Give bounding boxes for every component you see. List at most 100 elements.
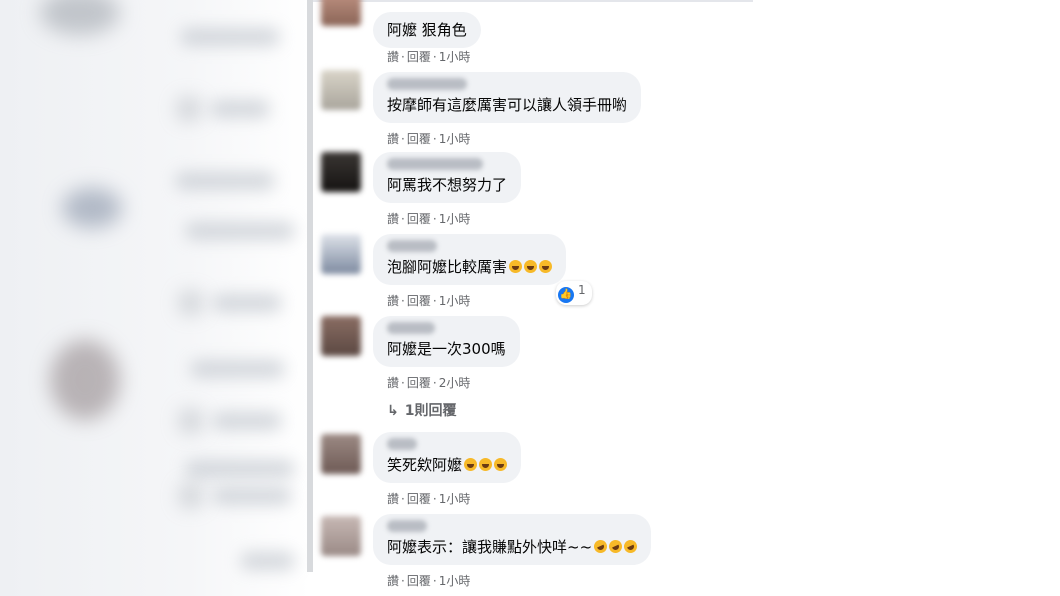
thumbs-up-icon: 👍 (558, 287, 574, 303)
comment-bubble: 笑死欸阿嬤 (373, 432, 522, 483)
avatar[interactable] (321, 0, 361, 26)
separator: · (432, 132, 437, 146)
separator: · (401, 574, 405, 588)
comments-pane: 阿嬤 狠角色 讚 · 回覆 · 1小時 按摩師有這麼厲害可以讓人領手冊喲 讚 · 回覆 · 1小… (313, 0, 1060, 596)
grin-emoji (479, 458, 493, 471)
like-link[interactable]: 讚 (387, 376, 399, 390)
separator: · (432, 376, 437, 390)
blurred-text (212, 294, 282, 312)
reply-link[interactable]: 回覆 (407, 132, 431, 146)
author-name-blurred[interactable] (387, 322, 435, 334)
timestamp[interactable]: 1小時 (439, 132, 471, 146)
blurred-avatar (62, 188, 122, 228)
blurred-dot (180, 292, 202, 314)
laugh-cry-emoji (524, 260, 538, 273)
comment-text: 按摩師有這麼厲害可以讓人領手冊喲 (387, 96, 628, 114)
avatar[interactable] (321, 152, 361, 192)
separator: · (432, 212, 437, 226)
blurred-text (210, 100, 270, 118)
separator: · (432, 492, 437, 506)
blurred-text (180, 28, 280, 46)
rofl-emoji (592, 537, 610, 556)
comment-bubble: 泡腳阿嬤比較厲害 (373, 234, 567, 285)
separator: · (432, 294, 437, 308)
comment-text: 笑死欸阿嬤 (387, 456, 463, 474)
comment-actions: 讚 · 回覆 · 1小時 (387, 210, 472, 227)
blurred-avatar (50, 340, 120, 420)
avatar[interactable] (321, 234, 361, 274)
reply-link[interactable]: 回覆 (407, 492, 431, 506)
separator: · (401, 132, 405, 146)
separator: · (401, 294, 405, 308)
comment-actions: 讚 · 回覆 · 1小時 (387, 48, 472, 65)
separator: · (432, 50, 437, 64)
like-link[interactable]: 讚 (387, 50, 399, 64)
rofl-emoji (622, 537, 640, 556)
blurred-text (212, 412, 282, 430)
comment-actions: 讚 · 回覆 · 1小時 (387, 130, 472, 147)
comment-text: 阿嬤表示：讓我賺點外快咩~~ (387, 538, 593, 556)
comment-text: 阿嬤 狠角色 (387, 21, 467, 39)
timestamp[interactable]: 2小時 (439, 376, 471, 390)
replies-count-label: 1則回覆 (404, 403, 457, 419)
blurred-text (185, 222, 295, 240)
blurred-dot (180, 410, 202, 432)
comment-bubble: 阿罵我不想努力了 (373, 152, 522, 203)
author-name-blurred[interactable] (387, 78, 467, 90)
comment-actions: 讚 · 回覆 · 2小時 (387, 374, 472, 391)
like-link[interactable]: 讚 (387, 132, 399, 146)
reply-link[interactable]: 回覆 (407, 50, 431, 64)
separator: · (401, 492, 405, 506)
timestamp[interactable]: 1小時 (439, 212, 471, 226)
grin-emoji (494, 458, 508, 471)
top-divider (313, 0, 753, 2)
comment-text: 泡腳阿嬤比較厲害 (387, 258, 508, 276)
grin-emoji (464, 458, 478, 471)
like-link[interactable]: 讚 (387, 492, 399, 506)
comment-actions: 讚 · 回覆 · 1小時 (387, 490, 472, 507)
comment-bubble: 按摩師有這麼厲害可以讓人領手冊喲 (373, 72, 642, 123)
separator: · (401, 376, 405, 390)
rofl-emoji (607, 537, 625, 556)
blurred-text (240, 552, 295, 570)
blurred-text (175, 172, 275, 190)
comment-bubble: 阿嬤 狠角色 (373, 12, 481, 48)
timestamp[interactable]: 1小時 (439, 492, 471, 506)
blurred-dot (180, 485, 202, 507)
laugh-cry-emoji (539, 260, 553, 273)
author-name-blurred[interactable] (387, 158, 483, 170)
reply-link[interactable]: 回覆 (407, 294, 431, 308)
author-name-blurred[interactable] (387, 520, 427, 532)
like-link[interactable]: 讚 (387, 294, 399, 308)
like-link[interactable]: 讚 (387, 212, 399, 226)
timestamp[interactable]: 1小時 (439, 294, 471, 308)
author-name-blurred[interactable] (387, 438, 417, 450)
blurred-text (212, 487, 292, 505)
blurred-dot (178, 98, 200, 120)
avatar[interactable] (321, 316, 361, 356)
reaction-badge[interactable]: 👍 1 (556, 281, 592, 305)
view-replies-link[interactable]: ↳ 1則回覆 (387, 400, 456, 420)
blurred-avatar (40, 0, 120, 35)
reply-arrow-icon: ↳ (387, 403, 399, 419)
blurred-text (185, 460, 295, 478)
avatar[interactable] (321, 434, 361, 474)
like-link[interactable]: 讚 (387, 574, 399, 588)
avatar[interactable] (321, 516, 361, 556)
reply-link[interactable]: 回覆 (407, 376, 431, 390)
timestamp[interactable]: 1小時 (439, 50, 471, 64)
reaction-count: 1 (578, 283, 586, 297)
comment-actions: 讚 · 回覆 · 1小時 (387, 572, 472, 589)
blurred-background-panel (0, 0, 310, 596)
comment-text: 阿嬤是一次300嗎 (387, 340, 506, 358)
comment-text: 阿罵我不想努力了 (387, 176, 508, 194)
timestamp[interactable]: 1小時 (439, 574, 471, 588)
comment-actions: 讚 · 回覆 · 1小時 (387, 292, 472, 309)
author-name-blurred[interactable] (387, 240, 437, 252)
avatar[interactable] (321, 70, 361, 110)
reply-link[interactable]: 回覆 (407, 212, 431, 226)
reply-link[interactable]: 回覆 (407, 574, 431, 588)
separator: · (401, 50, 405, 64)
separator: · (432, 574, 437, 588)
blurred-text (190, 360, 285, 378)
